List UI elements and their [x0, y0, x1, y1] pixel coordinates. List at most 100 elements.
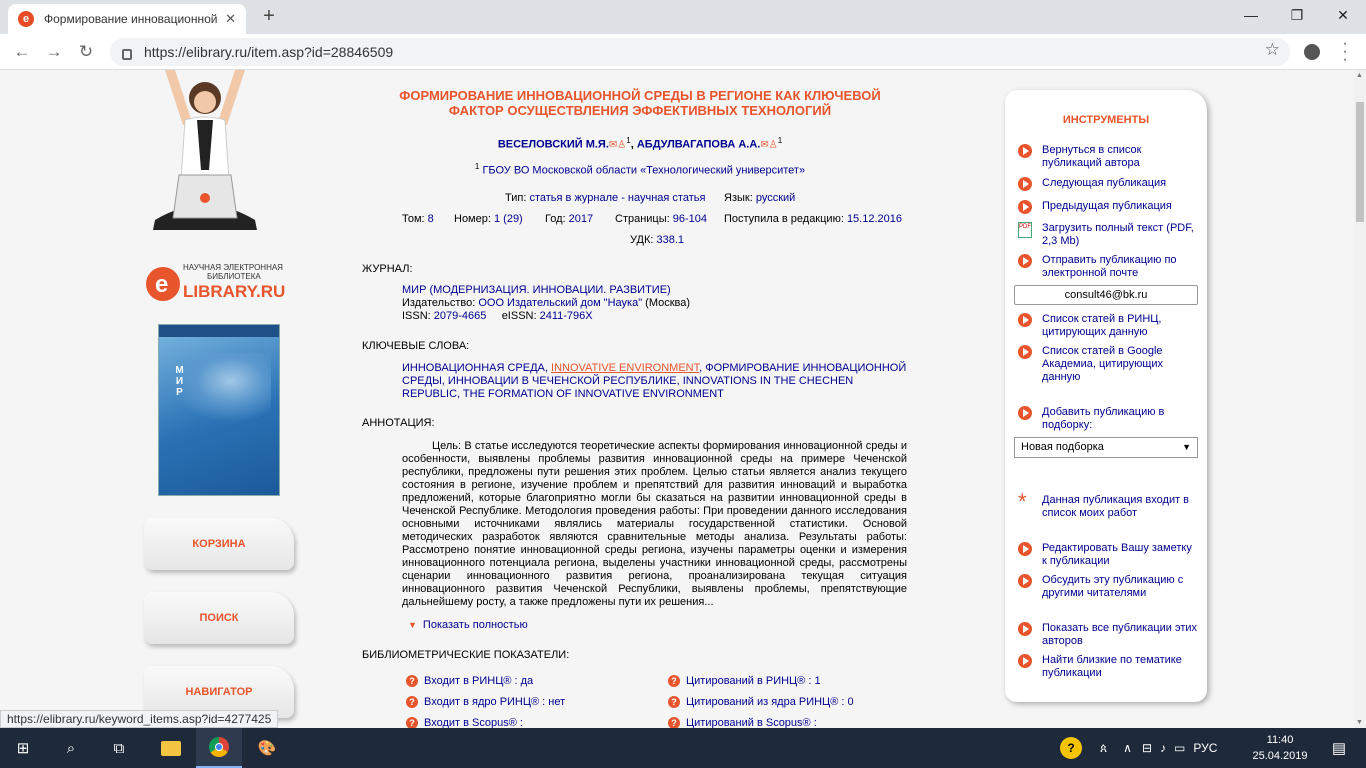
chrome-icon[interactable] — [196, 728, 242, 768]
article-pages: Страницы: 96-104 — [615, 213, 708, 225]
back-to-author-list-link[interactable]: Вернуться в список публикаций автора — [1018, 144, 1198, 170]
account-icon[interactable] — [1304, 44, 1320, 60]
browser-tab[interactable]: e Формирование инновационной ✕ — [8, 4, 246, 34]
language-indicator[interactable]: РУС — [1193, 741, 1217, 755]
url-field[interactable]: https://elibrary.ru/item.asp?id=28846509 — [110, 38, 1290, 66]
scroll-thumb[interactable] — [1356, 102, 1364, 222]
email-publication-link[interactable]: Отправить публикацию по электронной почт… — [1018, 254, 1198, 280]
search-icon[interactable]: ⌕ — [48, 728, 94, 768]
show-full-link[interactable]: ▼ Показать полностью — [408, 619, 528, 631]
menu-dots-icon[interactable]: · · · — [1340, 36, 1350, 68]
arrow-bullet-icon — [1018, 200, 1032, 214]
keywords-list: ИННОВАЦИОННАЯ СРЕДА, INNOVATIVE ENVIRONM… — [402, 362, 907, 400]
keyword-link[interactable]: ИННОВАЦИОННАЯ СРЕДА — [402, 362, 545, 374]
arrow-bullet-icon — [1018, 542, 1032, 556]
article-type: Тип: статья в журнале - научная статья — [505, 192, 706, 204]
cart-button[interactable]: КОРЗИНА — [144, 518, 294, 570]
help-icon[interactable]: ? — [668, 717, 680, 728]
tools-title: ИНСТРУМЕНТЫ — [1062, 114, 1150, 126]
volume-icon[interactable]: ♪ — [1160, 741, 1166, 755]
metric-rinc-citations: ? Цитирований в РИНЦ® : 1 — [668, 675, 821, 687]
issn-line: ISSN: 2079-4665 eISSN: 2411-796X — [402, 310, 593, 322]
arrow-bullet-icon — [1018, 406, 1032, 420]
minimize-button[interactable]: — — [1228, 0, 1274, 30]
person-icon[interactable]: ♙ — [769, 140, 778, 151]
reload-icon[interactable]: ↻ — [74, 40, 98, 64]
help-icon[interactable]: ? — [406, 675, 418, 687]
article-volume: Том: 8 — [402, 213, 434, 225]
annotation-text: Цель: В статье исследуются теоретические… — [402, 440, 907, 608]
help-tray-icon[interactable]: ? — [1060, 737, 1082, 759]
discuss-link[interactable]: Обсудить эту публикацию с другими читате… — [1018, 574, 1198, 600]
next-publication-link[interactable]: Следующая публикация — [1018, 177, 1198, 191]
journal-cover-image[interactable]: МИР — [158, 324, 280, 496]
keyword-link-hover[interactable]: INNOVATIVE ENVIRONMENT — [551, 362, 699, 374]
back-arrow-icon[interactable]: ← — [10, 40, 34, 64]
status-url: https://elibrary.ru/keyword_items.asp?id… — [0, 710, 279, 728]
all-author-publications-link[interactable]: Показать все публикации этих авторов — [1018, 622, 1198, 648]
windows-start-icon[interactable]: ⊞ — [0, 728, 46, 768]
arrow-bullet-icon — [1018, 144, 1032, 158]
authors-line: ВЕСЕЛОВСКИЙ М.Я.✉♙1, АБДУЛВАГАПОВА А.А.✉… — [497, 136, 783, 151]
logo-main: LIBRARY.RU — [183, 282, 285, 301]
download-pdf-link[interactable]: PDF Загрузить полный текст (PDF, 2,3 Mb) — [1018, 222, 1198, 248]
collection-select[interactable]: Новая подборка ▼ — [1014, 437, 1198, 458]
asterisk-icon: * — [1018, 489, 1027, 514]
scroll-up-icon: ▲ — [1356, 72, 1363, 79]
tab-title: Формирование инновационной — [44, 12, 218, 26]
bookmark-star-icon[interactable]: ☆ — [1265, 40, 1280, 60]
clock[interactable]: 11:40 25.04.2019 — [1250, 732, 1310, 764]
file-explorer-icon[interactable] — [148, 728, 194, 768]
close-tab-icon[interactable]: ✕ — [225, 11, 236, 27]
person-icon[interactable]: ♙ — [617, 140, 626, 151]
help-icon[interactable]: ? — [406, 717, 418, 728]
keywords-heading: КЛЮЧЕВЫЕ СЛОВА: — [362, 340, 470, 352]
author-link-1[interactable]: ВЕСЕЛОВСКИЙ М.Я. — [498, 139, 609, 151]
edit-note-link[interactable]: Редактировать Вашу заметку к публикации — [1018, 542, 1198, 568]
forward-arrow-icon[interactable]: → — [42, 40, 66, 64]
system-tray: ? ጰ ∧ ⊟ ♪ ▭ РУС — [1060, 728, 1217, 768]
arrow-bullet-icon — [1018, 254, 1032, 268]
new-tab-button[interactable]: + — [256, 6, 282, 28]
mail-icon[interactable]: ✉ — [760, 140, 768, 151]
annotation-heading: АННОТАЦИЯ: — [362, 417, 435, 429]
similar-publications-link[interactable]: Найти близкие по тематике публикации — [1018, 654, 1198, 680]
help-icon[interactable]: ? — [668, 675, 680, 687]
network-icon[interactable]: ⊟ — [1142, 741, 1152, 755]
affiliation[interactable]: 1 ГБОУ ВО Московской области «Технологич… — [380, 162, 900, 177]
publisher-line: Издательство: ООО Издательский дом "Наук… — [402, 297, 691, 309]
help-icon[interactable]: ? — [406, 696, 418, 708]
previous-publication-link[interactable]: Предыдущая публикация — [1018, 200, 1198, 214]
page-content: e НАУЧНАЯ ЭЛЕКТРОННАЯ БИБЛИОТЕКА LIBRARY… — [0, 70, 1354, 728]
my-works-link[interactable]: * Данная публикация входит в список моих … — [1018, 489, 1198, 520]
google-citing-list-link[interactable]: Список статей в Google Академиа, цитирую… — [1018, 345, 1198, 384]
people-icon[interactable]: ጰ — [1100, 741, 1107, 756]
search-button[interactable]: ПОИСК — [144, 592, 294, 644]
chevron-up-icon[interactable]: ∧ — [1123, 741, 1132, 755]
author-link-2[interactable]: АБДУЛВАГАПОВА А.А. — [637, 139, 761, 151]
metric-scopus: ? Входит в Scopus® : — [406, 717, 523, 728]
restore-button[interactable]: ❐ — [1274, 0, 1320, 30]
email-field[interactable]: consult46@bk.ru — [1014, 285, 1198, 305]
arrow-bullet-icon — [1018, 574, 1032, 588]
elibrary-logo: e НАУЧНАЯ ЭЛЕКТРОННАЯ БИБЛИОТЕКА LIBRARY… — [146, 263, 285, 301]
close-window-button[interactable]: ✕ — [1320, 0, 1366, 30]
article-language: Язык: русский — [724, 192, 796, 204]
add-to-collection-link[interactable]: Добавить публикацию в подборку: — [1018, 406, 1198, 432]
arrow-bullet-icon — [1018, 345, 1032, 359]
task-view-icon[interactable]: ⧉ — [96, 728, 142, 768]
lock-icon — [122, 48, 132, 60]
cover-map — [171, 353, 271, 423]
journal-name[interactable]: МИР (МОДЕРНИЗАЦИЯ. ИННОВАЦИИ. РАЗВИТИЕ) — [402, 284, 671, 297]
metric-scopus-citations: ? Цитирований в Scopus® : — [668, 717, 817, 728]
page-scrollbar[interactable]: ▲ ▼ — [1354, 70, 1366, 728]
article-year: Год: 2017 — [545, 213, 594, 225]
metric-rinc-core: ? Входит в ядро РИНЦ® : нет — [406, 696, 565, 708]
article-number[interactable]: Номер: 1 (29) — [454, 213, 523, 225]
help-icon[interactable]: ? — [668, 696, 680, 708]
rinc-citing-list-link[interactable]: Список статей в РИНЦ, цитирующих данную — [1018, 313, 1198, 339]
notifications-icon[interactable]: ▤ — [1316, 728, 1362, 768]
bibliometrics-heading: БИБЛИОМЕТРИЧЕСКИЕ ПОКАЗАТЕЛИ: — [362, 649, 570, 661]
paint-icon[interactable]: 🎨 — [244, 728, 290, 768]
power-icon[interactable]: ▭ — [1174, 741, 1185, 755]
